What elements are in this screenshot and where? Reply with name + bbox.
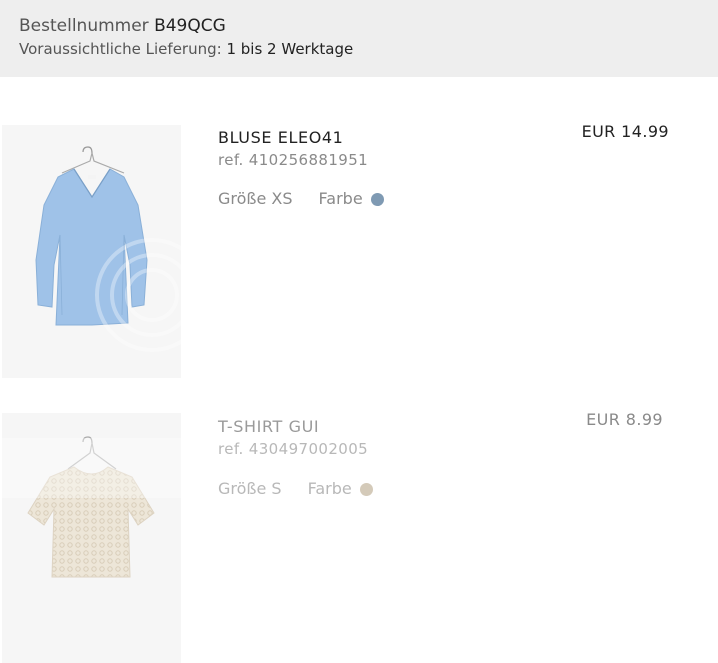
delivery-label: Voraussichtliche Lieferung: <box>19 40 222 58</box>
product-price: EUR 14.99 <box>581 122 669 141</box>
lace-tshirt-product-image <box>2 436 181 578</box>
product-image[interactable] <box>2 125 181 378</box>
order-number-value: B49QCG <box>154 16 226 36</box>
product-attributes: Größe XS Farbe <box>218 189 384 208</box>
product-attributes: Größe S Farbe <box>218 479 373 498</box>
product-image[interactable] <box>2 413 181 663</box>
order-number: Bestellnummer B49QCG <box>19 16 226 36</box>
product-name[interactable]: BLUSE ELEO41 <box>218 128 343 147</box>
product-ref: ref. 410256881951 <box>218 151 369 169</box>
delivery-estimate: Voraussichtliche Lieferung: 1 bis 2 Werk… <box>19 40 353 58</box>
order-header: Bestellnummer B49QCG Voraussichtliche Li… <box>0 0 718 77</box>
size-label: Größe XS <box>218 189 293 208</box>
delivery-value: 1 bis 2 Werktage <box>226 40 354 58</box>
product-name[interactable]: T-SHIRT GUI <box>218 417 319 436</box>
product-ref: ref. 430497002005 <box>218 440 369 458</box>
size-label: Größe S <box>218 479 282 498</box>
color-label: Farbe <box>307 479 352 498</box>
color-swatch <box>359 483 373 496</box>
order-number-label: Bestellnummer <box>19 16 149 36</box>
product-price: EUR 8.99 <box>586 410 663 429</box>
order-item: BLUSE ELEO41 ref. 410256881951 Größe XS … <box>0 122 718 378</box>
blue-blouse-product-image <box>35 146 181 352</box>
color-label: Farbe <box>318 189 363 208</box>
color-swatch <box>370 193 384 206</box>
order-item: T-SHIRT GUI ref. 430497002005 Größe S Fa… <box>0 410 718 663</box>
